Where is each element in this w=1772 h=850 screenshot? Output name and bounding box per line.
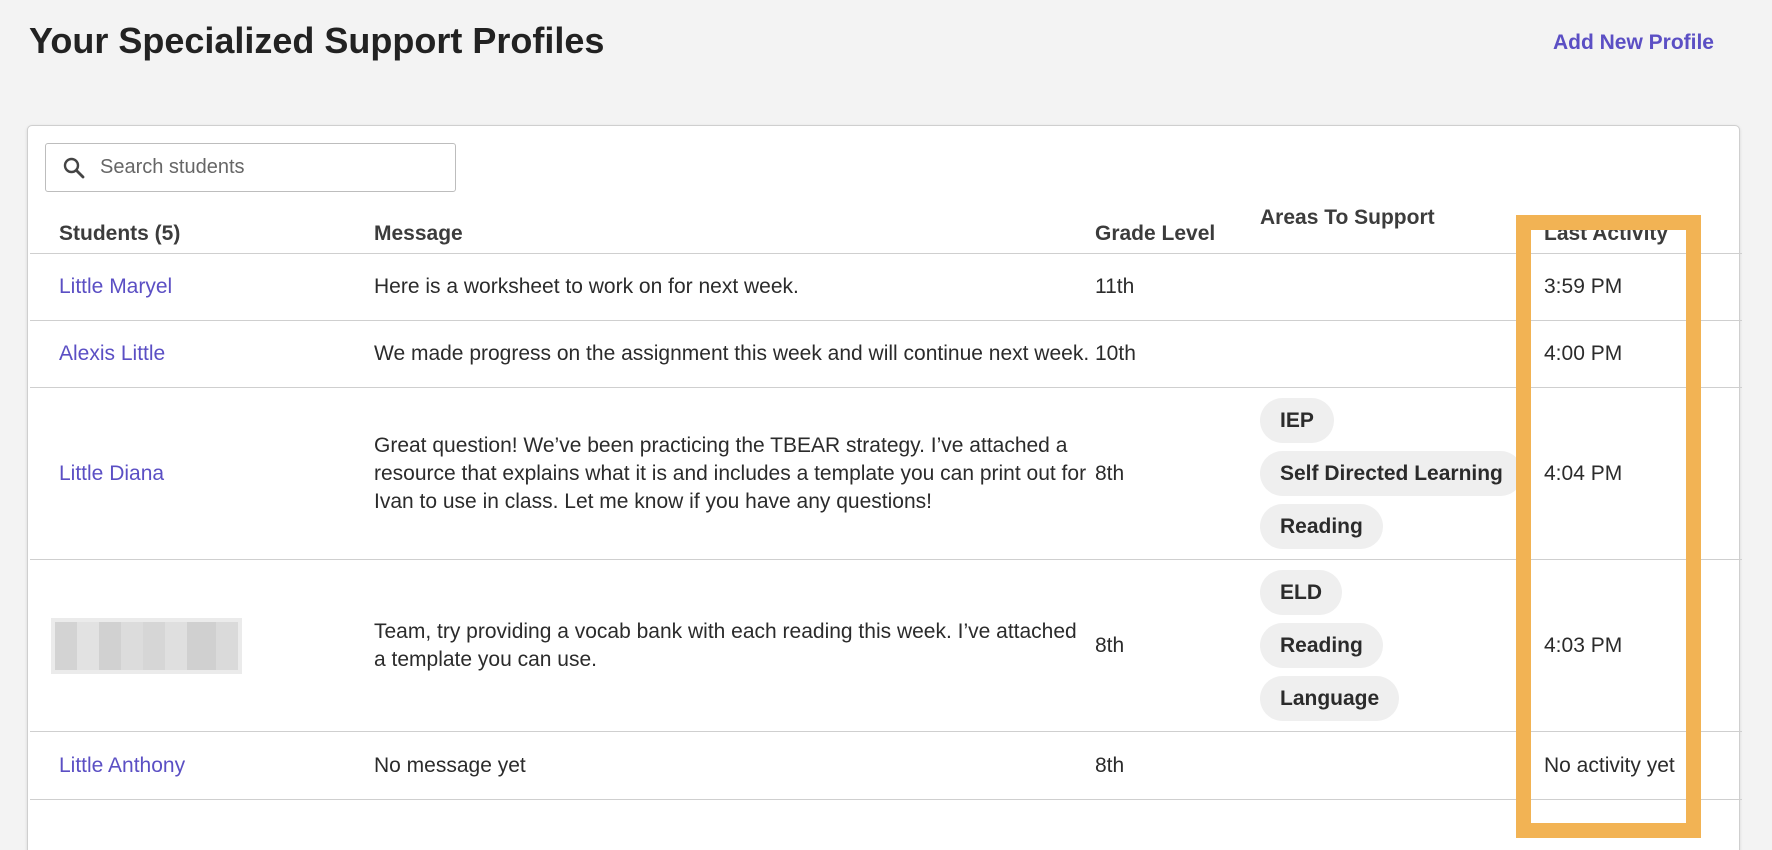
table-row[interactable]: Little Anthony No message yet 8th No act… bbox=[30, 732, 1742, 800]
message-text: No message yet bbox=[374, 753, 526, 777]
table-row[interactable]: Little Diana Great question! We’ve been … bbox=[30, 388, 1742, 560]
areas-to-support: ELD Reading Language bbox=[1260, 560, 1550, 731]
redacted-student-name[interactable] bbox=[51, 617, 242, 674]
table-row[interactable]: Team, try providing a vocab bank with ea… bbox=[30, 560, 1742, 732]
search-box[interactable] bbox=[45, 143, 456, 192]
last-activity: 4:03 PM bbox=[1544, 633, 1623, 657]
student-name-link[interactable]: Little Diana bbox=[59, 460, 164, 488]
column-header-last-activity: Last Activity bbox=[1544, 222, 1669, 245]
column-header-message: Message bbox=[374, 222, 463, 245]
areas-to-support bbox=[1260, 321, 1550, 387]
student-name-link[interactable]: Alexis Little bbox=[59, 340, 165, 368]
column-header-students[interactable]: Students (5) bbox=[59, 204, 359, 253]
last-activity: 4:00 PM bbox=[1544, 342, 1623, 365]
support-area-chip: Reading bbox=[1260, 504, 1383, 549]
table-row[interactable]: Alexis Little We made progress on the as… bbox=[30, 321, 1742, 388]
student-name-link[interactable]: Little Maryel bbox=[59, 273, 172, 301]
support-area-chip: ELD bbox=[1260, 570, 1342, 615]
column-header-areas: Areas To Support bbox=[1260, 206, 1435, 229]
support-area-chip: Language bbox=[1260, 676, 1400, 721]
last-activity: 3:59 PM bbox=[1544, 275, 1623, 298]
add-new-profile-button[interactable]: Add New Profile bbox=[1553, 31, 1714, 55]
grade-level: 11th bbox=[1095, 275, 1135, 298]
table-row[interactable]: Little Maryel Here is a worksheet to wor… bbox=[30, 254, 1742, 321]
grade-level: 10th bbox=[1095, 342, 1136, 365]
students-table: Students (5) Message Grade Level Areas T… bbox=[30, 204, 1742, 800]
table-header-row: Students (5) Message Grade Level Areas T… bbox=[30, 204, 1742, 254]
support-area-chip: IEP bbox=[1260, 398, 1334, 443]
last-activity: 4:04 PM bbox=[1544, 461, 1623, 485]
message-text: Here is a worksheet to work on for next … bbox=[374, 275, 799, 298]
grade-level: 8th bbox=[1095, 461, 1125, 485]
message-text: We made progress on the assignment this … bbox=[374, 342, 1090, 365]
support-area-chip: Reading bbox=[1260, 623, 1383, 668]
support-area-chip: Self Directed Learning bbox=[1260, 451, 1523, 496]
search-icon bbox=[63, 157, 85, 178]
search-input[interactable] bbox=[100, 156, 420, 179]
areas-to-support: IEP Self Directed Learning Reading bbox=[1260, 388, 1550, 559]
grade-level: 8th bbox=[1095, 633, 1125, 657]
message-text: Great question! We’ve been practicing th… bbox=[374, 433, 1087, 513]
student-name-link[interactable]: Little Anthony bbox=[59, 752, 185, 780]
column-header-grade: Grade Level bbox=[1095, 222, 1216, 245]
last-activity: No activity yet bbox=[1544, 753, 1675, 777]
page-title: Your Specialized Support Profiles bbox=[29, 20, 605, 61]
areas-to-support bbox=[1260, 254, 1550, 320]
areas-to-support bbox=[1260, 732, 1550, 799]
message-text: Team, try providing a vocab bank with ea… bbox=[374, 619, 1077, 671]
profiles-card: Students (5) Message Grade Level Areas T… bbox=[27, 125, 1742, 850]
grade-level: 8th bbox=[1095, 753, 1125, 777]
